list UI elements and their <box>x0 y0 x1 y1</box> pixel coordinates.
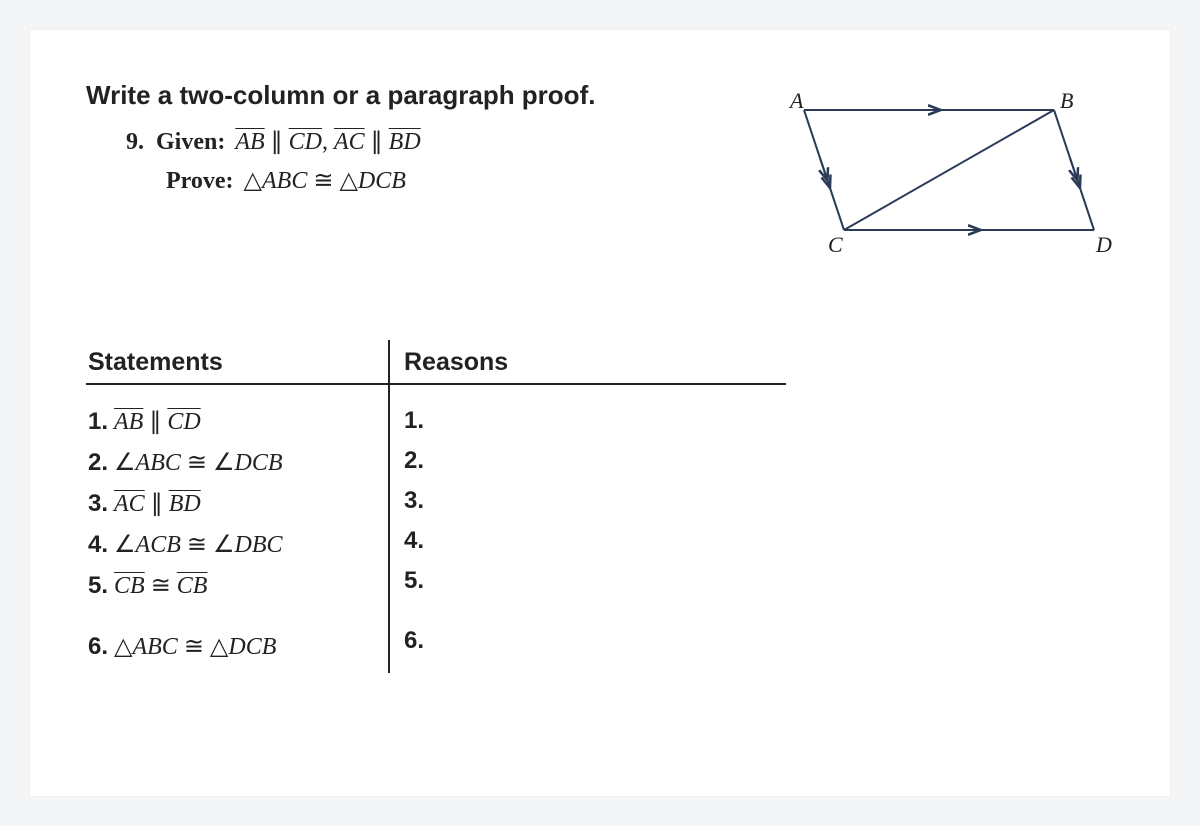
table-row: 6. △ABC ≅ △DCB <box>88 632 388 661</box>
statement: AB ∥ CD <box>114 407 201 436</box>
table-row: 3. AC ∥ BD <box>88 489 388 518</box>
table-body: 1. AB ∥ CD 2. ∠ABC ≅ ∠DCB 3. AC ∥ BD 4. … <box>86 385 786 673</box>
reason-num: 5. <box>404 567 424 595</box>
figure: A B C D <box>754 80 1114 270</box>
problem-number: 9. <box>126 129 144 155</box>
table-row: 2. <box>404 447 786 475</box>
row-num: 4. <box>88 531 108 559</box>
parallel-mark-BD <box>1070 158 1076 176</box>
statement: CB ≅ CB <box>114 571 207 600</box>
statement: △ABC ≅ △DCB <box>114 632 276 661</box>
vertex-label-A: A <box>788 88 804 113</box>
problem-block: Write a two-column or a paragraph proof.… <box>86 80 714 270</box>
row-num: 5. <box>88 572 108 600</box>
given-line: 9. Given: AB ∥ CD, AC ∥ BD <box>126 127 714 156</box>
col-header-statements: Statements <box>86 340 390 383</box>
table-row: 4. ∠ACB ≅ ∠DBC <box>88 530 388 559</box>
table-row: 1. AB ∥ CD <box>88 407 388 436</box>
row-gap <box>404 607 786 627</box>
row-gap <box>88 612 388 632</box>
reason-num: 6. <box>404 627 424 655</box>
parallel-mark-AC <box>820 158 826 176</box>
table-row: 1. <box>404 407 786 435</box>
table-row: 2. ∠ABC ≅ ∠DCB <box>88 448 388 477</box>
row-num: 3. <box>88 490 108 518</box>
statement: ∠ACB ≅ ∠DBC <box>114 530 282 559</box>
given-math: AB ∥ CD, AC ∥ BD <box>235 129 420 155</box>
prove-math: △ABC ≅ △DCB <box>244 168 406 194</box>
vertex-label-C: C <box>828 232 843 257</box>
row-num: 1. <box>88 408 108 436</box>
vertex-label-D: D <box>1095 232 1112 257</box>
table-row: 5. <box>404 567 786 595</box>
col-header-reasons: Reasons <box>390 340 786 383</box>
row-num: 6. <box>88 633 108 661</box>
reasons-column: 1. 2. 3. 4. 5. 6. <box>390 385 786 673</box>
row-num: 2. <box>88 449 108 477</box>
table-row: 6. <box>404 627 786 655</box>
segment-CB-diagonal <box>844 110 1054 230</box>
reason-num: 3. <box>404 487 424 515</box>
prompt-title: Write a two-column or a paragraph proof. <box>86 80 714 111</box>
reason-num: 4. <box>404 527 424 555</box>
given-label: Given: <box>156 129 225 155</box>
table-row: 5. CB ≅ CB <box>88 571 388 600</box>
vertex-label-B: B <box>1060 88 1073 113</box>
reason-num: 1. <box>404 407 424 435</box>
statements-column: 1. AB ∥ CD 2. ∠ABC ≅ ∠DCB 3. AC ∥ BD 4. … <box>86 385 390 673</box>
top-section: Write a two-column or a paragraph proof.… <box>86 80 1114 270</box>
statement: ∠ABC ≅ ∠DCB <box>114 448 282 477</box>
table-head: Statements Reasons <box>86 340 786 385</box>
prove-label: Prove: <box>166 168 234 194</box>
table-row: 4. <box>404 527 786 555</box>
page: Write a two-column or a paragraph proof.… <box>30 30 1170 796</box>
table-row: 3. <box>404 487 786 515</box>
prove-line: Prove: △ABC ≅ △DCB <box>166 166 714 195</box>
statement: AC ∥ BD <box>114 489 201 518</box>
quadrilateral-figure: A B C D <box>774 80 1114 270</box>
proof-table: Statements Reasons 1. AB ∥ CD 2. ∠ABC ≅ … <box>86 340 1114 673</box>
reason-num: 2. <box>404 447 424 475</box>
